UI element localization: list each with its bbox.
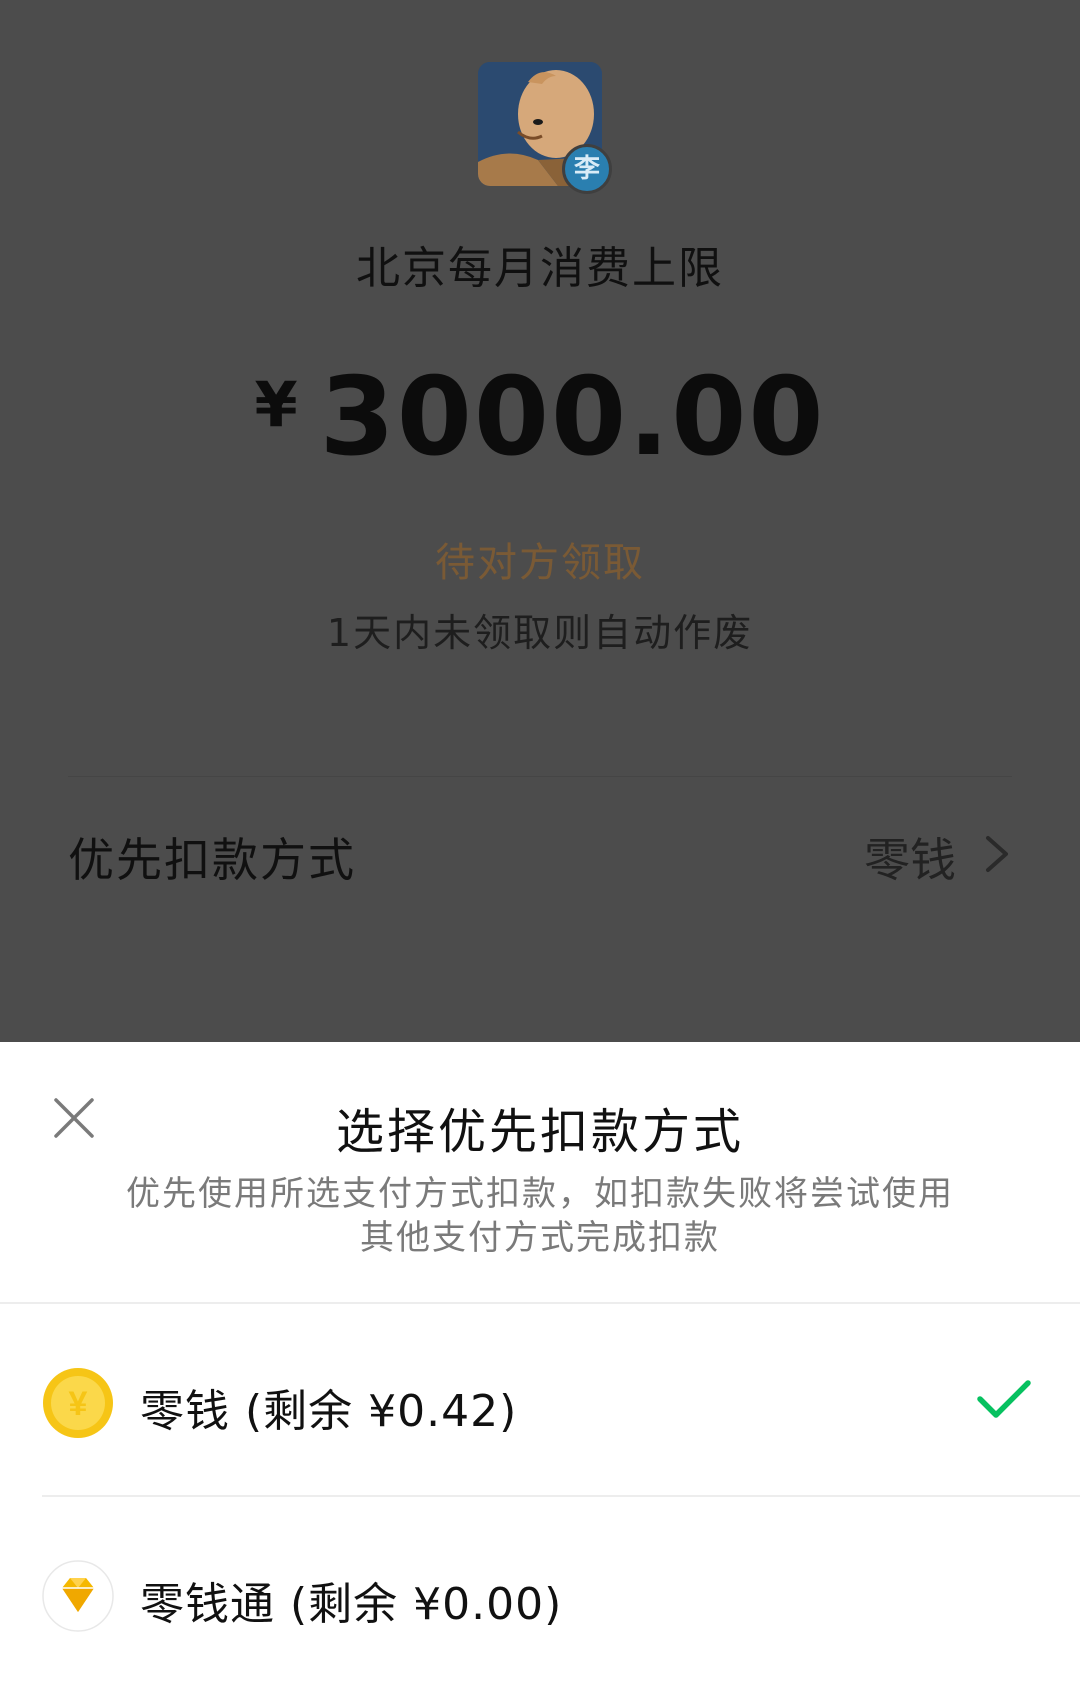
sheet-title: 选择优先扣款方式 [335,1104,744,1160]
payment-option-change[interactable]: ¥ 零钱 (剩余 ¥0.42) [0,1327,1080,1477]
preferred-payment-label: 优先扣款方式 [68,833,356,887]
coin-yuan-icon: ¥ [43,1368,113,1438]
divider [42,1495,1080,1497]
sheet-description: 优先使用所选支付方式扣款，如扣款失败将尝试使用其他支付方式完成扣款 [126,1174,954,1258]
svg-text:¥: ¥ [69,1385,88,1423]
payment-detail-screen: 李 北京每月消费上限 ¥3000.00 待对方领取 1天内未领取则自动作废 优先… [0,0,1080,1682]
diamond-icon [42,1560,114,1632]
transfer-status-note: 1天内未领取则自动作废 [326,611,754,655]
transfer-amount: ¥3000.00 [0,355,1080,480]
transfer-title: 北京每月消费上限 [356,243,724,294]
transfer-status: 待对方领取 [435,540,645,586]
avatar: 李 [478,62,612,194]
preferred-payment-value: 零钱 [864,833,956,887]
currency-symbol: ¥ [254,368,298,441]
preferred-payment-row[interactable]: 优先扣款方式 零钱 [0,812,1080,892]
payment-option-label: 零钱通 (剩余 ¥0.00) [140,1579,563,1630]
payment-method-sheet: 选择优先扣款方式 优先使用所选支付方式扣款，如扣款失败将尝试使用其他支付方式完成… [0,1042,1080,1682]
amount-value: 3000.00 [319,355,826,480]
avatar-badge: 李 [562,144,612,194]
payment-option-label: 零钱 (剩余 ¥0.42) [140,1386,518,1437]
chevron-right-icon [986,836,1008,872]
payment-option-change-plus[interactable]: 零钱通 (剩余 ¥0.00) [0,1520,1080,1670]
divider [68,776,1012,777]
background-overlay[interactable]: 李 北京每月消费上限 ¥3000.00 待对方领取 1天内未领取则自动作废 优先… [0,0,1080,1042]
checkmark-icon [977,1380,1031,1418]
divider [0,1302,1080,1304]
